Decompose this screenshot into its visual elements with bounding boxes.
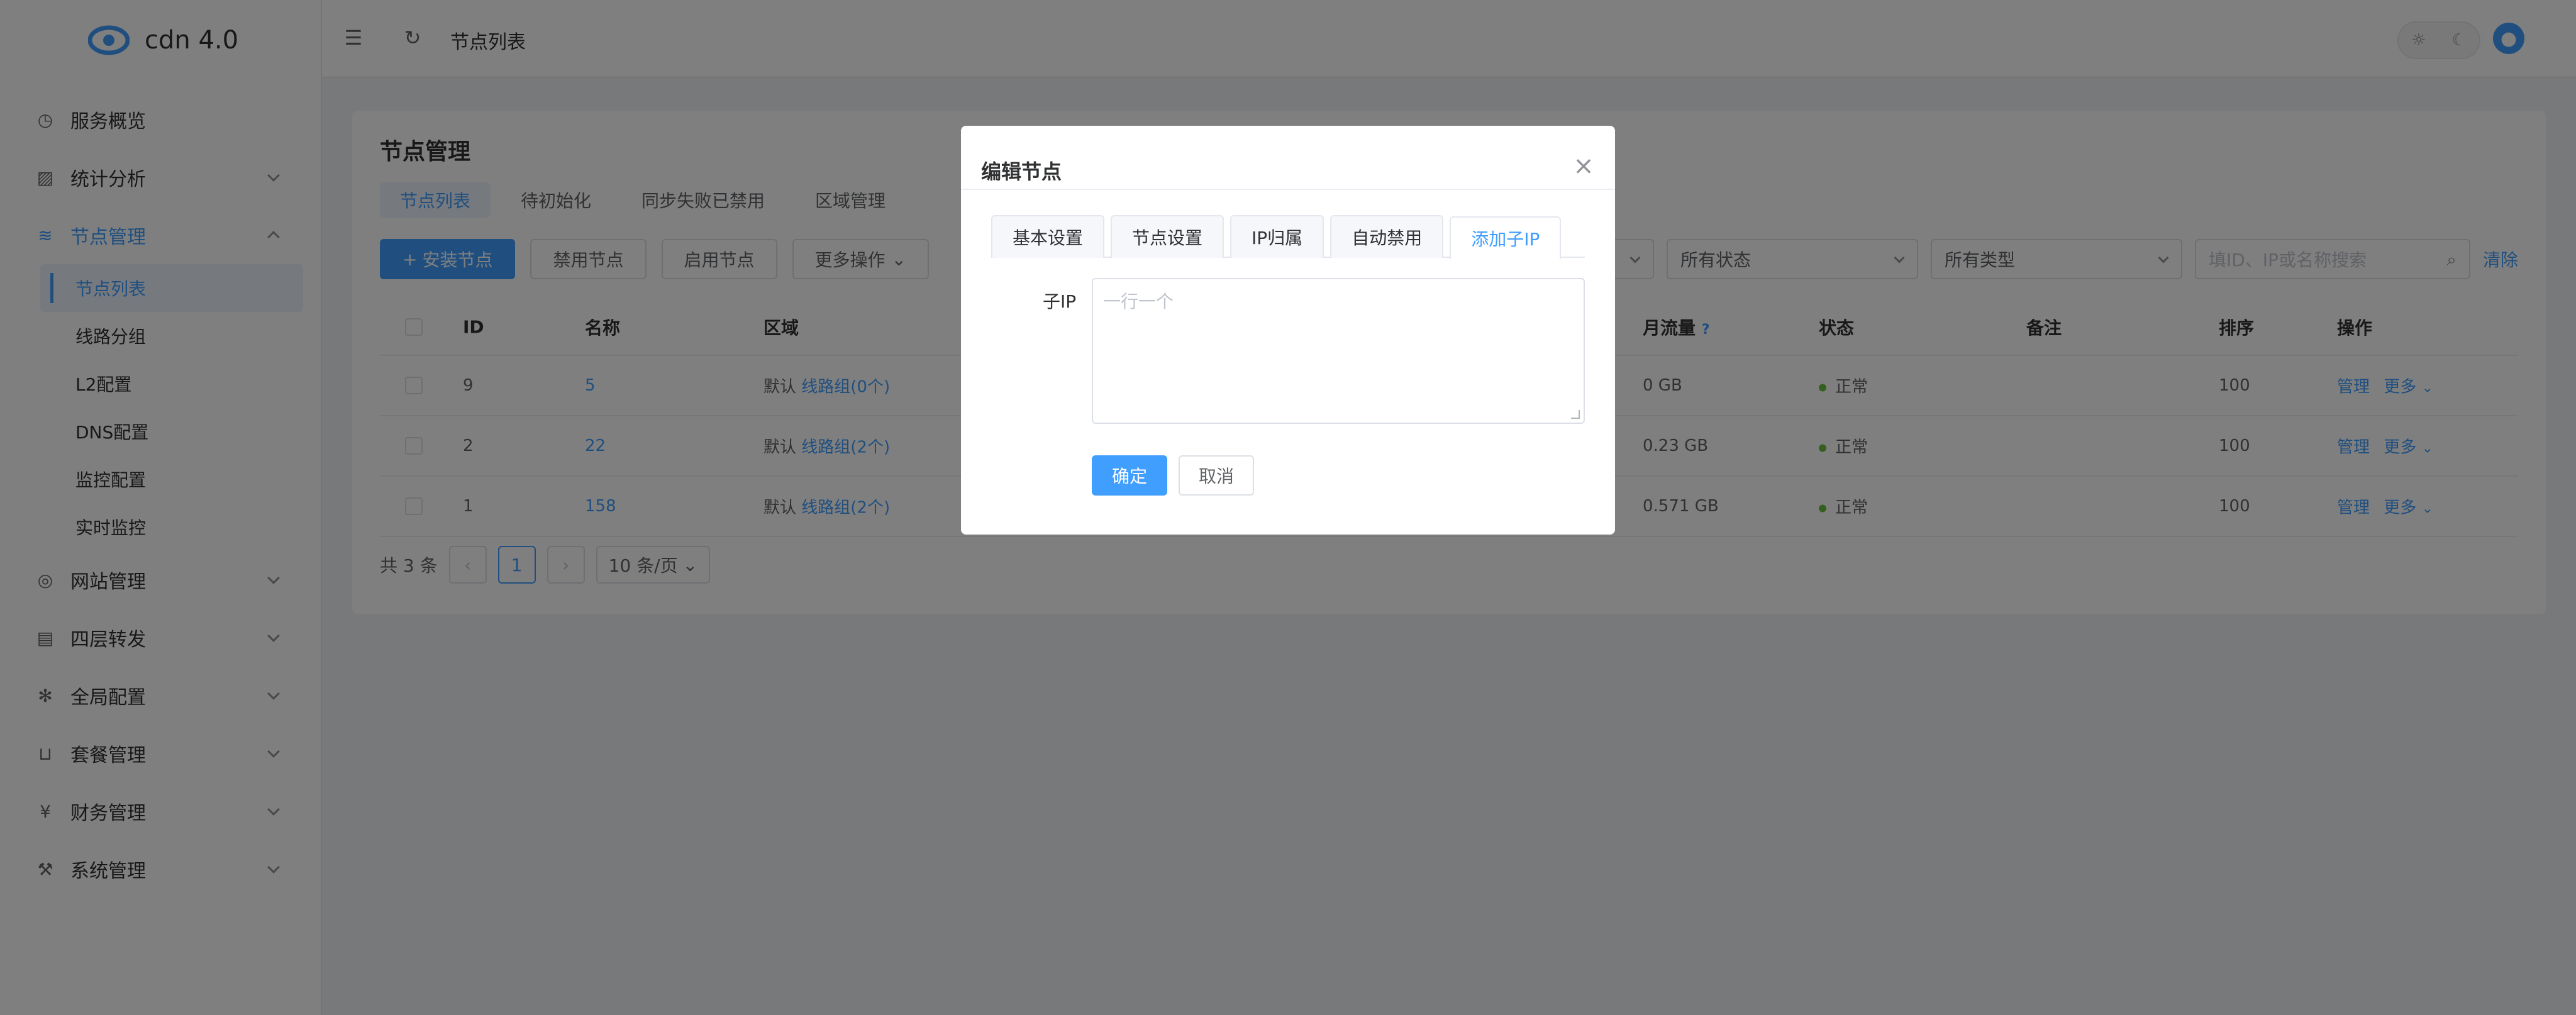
dialog-tab-basic[interactable]: 基本设置 — [991, 215, 1105, 258]
dialog-tab-add-sub-ip[interactable]: 添加子IP — [1450, 216, 1562, 259]
textarea-placeholder: 一行一个 — [1103, 291, 1174, 312]
dialog-tab-node-settings[interactable]: 节点设置 — [1111, 215, 1224, 258]
dialog-tab-auto-disable[interactable]: 自动禁用 — [1330, 215, 1444, 258]
cancel-button[interactable]: 取消 — [1179, 455, 1255, 496]
close-icon[interactable]: × — [1571, 153, 1596, 179]
dialog-tab-ip-owner[interactable]: IP归属 — [1230, 215, 1324, 258]
sub-ip-textarea[interactable]: 一行一个 — [1092, 278, 1585, 424]
dialog-title: 编辑节点 — [981, 160, 1062, 184]
dialog-actions: 确定 取消 — [1092, 455, 1255, 496]
edit-node-dialog: 编辑节点 × 基本设置 节点设置 IP归属 自动禁用 添加子IP 子IP 一行一… — [961, 126, 1615, 535]
confirm-button[interactable]: 确定 — [1092, 455, 1168, 496]
sub-ip-label: 子IP — [1043, 291, 1077, 312]
resize-handle[interactable] — [1571, 410, 1580, 419]
dialog-tabs: 基本设置 节点设置 IP归属 自动禁用 添加子IP — [991, 215, 1585, 259]
dialog-divider — [961, 189, 1615, 190]
